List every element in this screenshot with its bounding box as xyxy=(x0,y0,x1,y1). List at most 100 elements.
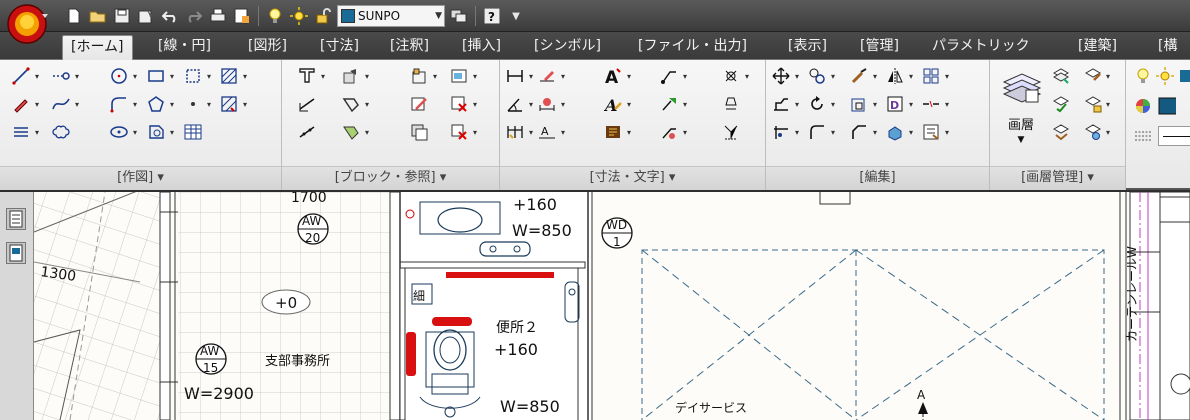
redo-icon[interactable] xyxy=(184,6,204,26)
attribute-icon[interactable] xyxy=(340,94,362,114)
draw-panel-title[interactable]: [作図] ▾ xyxy=(0,166,281,190)
layer-match-icon[interactable] xyxy=(1050,94,1072,114)
edit-block-icon[interactable] xyxy=(448,66,470,86)
linear-dimension-icon[interactable] xyxy=(504,66,526,86)
spline-icon[interactable] xyxy=(50,94,72,114)
table-icon[interactable] xyxy=(182,122,204,142)
properties-palette-icon[interactable] xyxy=(6,208,26,230)
tab-home[interactable]: [ホーム] xyxy=(62,35,133,60)
array-icon[interactable] xyxy=(920,66,942,86)
design-center-icon[interactable] xyxy=(6,242,26,264)
layer-walk-icon[interactable] xyxy=(1082,66,1104,86)
plot-icon[interactable] xyxy=(232,6,252,26)
chamfer-icon[interactable] xyxy=(848,122,870,142)
create-block-icon[interactable] xyxy=(408,66,430,86)
layer-isolate-icon[interactable] xyxy=(1050,66,1072,86)
rotate-icon[interactable] xyxy=(806,94,828,114)
block-editor-icon[interactable] xyxy=(340,122,362,142)
layer-properties-button[interactable]: 画層 ▼ xyxy=(996,64,1046,154)
dimension-style-icon[interactable] xyxy=(536,94,558,114)
tab-architecture[interactable]: [建築] xyxy=(1070,35,1125,60)
tab-view[interactable]: [表示] xyxy=(780,35,835,60)
layer-lock-icon[interactable] xyxy=(1082,94,1104,114)
color-wheel-icon[interactable] xyxy=(1132,96,1154,116)
fillet-icon[interactable] xyxy=(806,122,828,142)
symbol-icon[interactable] xyxy=(720,66,742,86)
lightbulb-icon[interactable] xyxy=(265,6,285,26)
layer-dropdown[interactable]: SUNPO ▼ xyxy=(337,5,445,27)
tab-file-output[interactable]: [ファイル・出力] xyxy=(630,35,755,60)
sun-icon[interactable] xyxy=(289,6,309,26)
linetype-icon[interactable] xyxy=(1132,126,1154,146)
stretch-icon[interactable] xyxy=(770,94,792,114)
gradient-hatch-icon[interactable] xyxy=(218,94,240,114)
region-icon[interactable] xyxy=(145,122,167,142)
symbol-scale-icon[interactable] xyxy=(720,122,742,142)
measure-line-icon[interactable] xyxy=(296,94,318,114)
circle-icon[interactable] xyxy=(108,66,130,86)
tab-shape[interactable]: [図形] xyxy=(240,35,295,60)
drawing-canvas[interactable]: 1300 1700 +160 W=850 +0 支部事務所 W=2900 便所２… xyxy=(0,192,1190,420)
xref-icon[interactable] xyxy=(408,122,430,142)
tab-line-circle[interactable]: [線・円] xyxy=(150,35,219,60)
line-icon[interactable] xyxy=(10,66,32,86)
leader-icon[interactable] xyxy=(658,66,680,86)
open-folder-icon[interactable] xyxy=(88,6,108,26)
symbol-edit-icon[interactable] xyxy=(720,94,742,114)
match-properties-icon[interactable] xyxy=(848,66,870,86)
application-menu-button[interactable] xyxy=(2,2,56,46)
sun-icon[interactable] xyxy=(1154,66,1176,86)
customize-toolbar-icon[interactable]: ▼ xyxy=(506,6,526,26)
properties-icon[interactable] xyxy=(920,122,942,142)
dimension-text-icon[interactable]: A xyxy=(536,122,558,142)
boundary-icon[interactable] xyxy=(182,66,204,86)
point-icon[interactable] xyxy=(182,94,204,114)
rectangle-icon[interactable] xyxy=(145,66,167,86)
insert-block-icon[interactable] xyxy=(340,66,362,86)
tab-symbol[interactable]: [シンボル] xyxy=(526,35,609,60)
revision-cloud-icon[interactable] xyxy=(50,122,72,142)
delete-block-icon[interactable] xyxy=(448,94,470,114)
block-panel-title[interactable]: [ブロック・参照] ▾ xyxy=(282,166,499,190)
construction-line-icon[interactable] xyxy=(50,66,72,86)
block-icon[interactable] xyxy=(296,66,318,86)
layer-settings-icon[interactable] xyxy=(1082,122,1104,142)
text-edit-icon[interactable] xyxy=(602,122,624,142)
tab-annotation[interactable]: [注釈] xyxy=(382,35,437,60)
print-icon[interactable] xyxy=(208,6,228,26)
polyline-icon[interactable] xyxy=(108,94,130,114)
offset-icon[interactable]: D xyxy=(884,94,906,114)
color-swatch[interactable] xyxy=(1156,96,1178,116)
move-icon[interactable] xyxy=(770,66,792,86)
tab-manage[interactable]: [管理] xyxy=(852,35,907,60)
copy-icon[interactable] xyxy=(806,66,828,86)
layer-panel-title[interactable]: [画層管理] ▾ xyxy=(990,166,1125,190)
divide-icon[interactable] xyxy=(296,122,318,142)
pencil-icon[interactable] xyxy=(10,94,32,114)
scale-icon[interactable] xyxy=(848,94,870,114)
dimension-text-panel-title[interactable]: [寸法・文字] ▾ xyxy=(500,166,765,190)
angular-dimension-icon[interactable] xyxy=(504,94,526,114)
help-icon[interactable]: ? xyxy=(482,6,502,26)
trim-icon[interactable] xyxy=(770,122,792,142)
text-icon[interactable]: A xyxy=(602,66,624,86)
dimension-edit-icon[interactable] xyxy=(536,66,558,86)
mirror-icon[interactable] xyxy=(884,66,906,86)
edit-attribute-icon[interactable] xyxy=(408,94,430,114)
break-icon[interactable] xyxy=(920,94,942,114)
layer-color-swatch[interactable] xyxy=(1176,66,1190,86)
text-style-icon[interactable]: A xyxy=(602,94,624,114)
ellipse-icon[interactable] xyxy=(108,122,130,142)
mleader-remove-icon[interactable] xyxy=(658,122,680,142)
tab-dimension[interactable]: [寸法] xyxy=(312,35,367,60)
explode-3d-icon[interactable] xyxy=(884,122,906,142)
tab-insert[interactable]: [挿入] xyxy=(454,35,509,60)
hatch-icon[interactable] xyxy=(218,66,240,86)
undo-icon[interactable] xyxy=(160,6,180,26)
save-as-icon[interactable] xyxy=(136,6,156,26)
new-file-icon[interactable] xyxy=(64,6,84,26)
tab-parametric[interactable]: パラメトリック xyxy=(924,35,1038,60)
polygon-icon[interactable] xyxy=(145,94,167,114)
edit-panel-title[interactable]: [編集] xyxy=(766,166,989,190)
tab-structure[interactable]: [構造 xyxy=(1150,35,1190,77)
